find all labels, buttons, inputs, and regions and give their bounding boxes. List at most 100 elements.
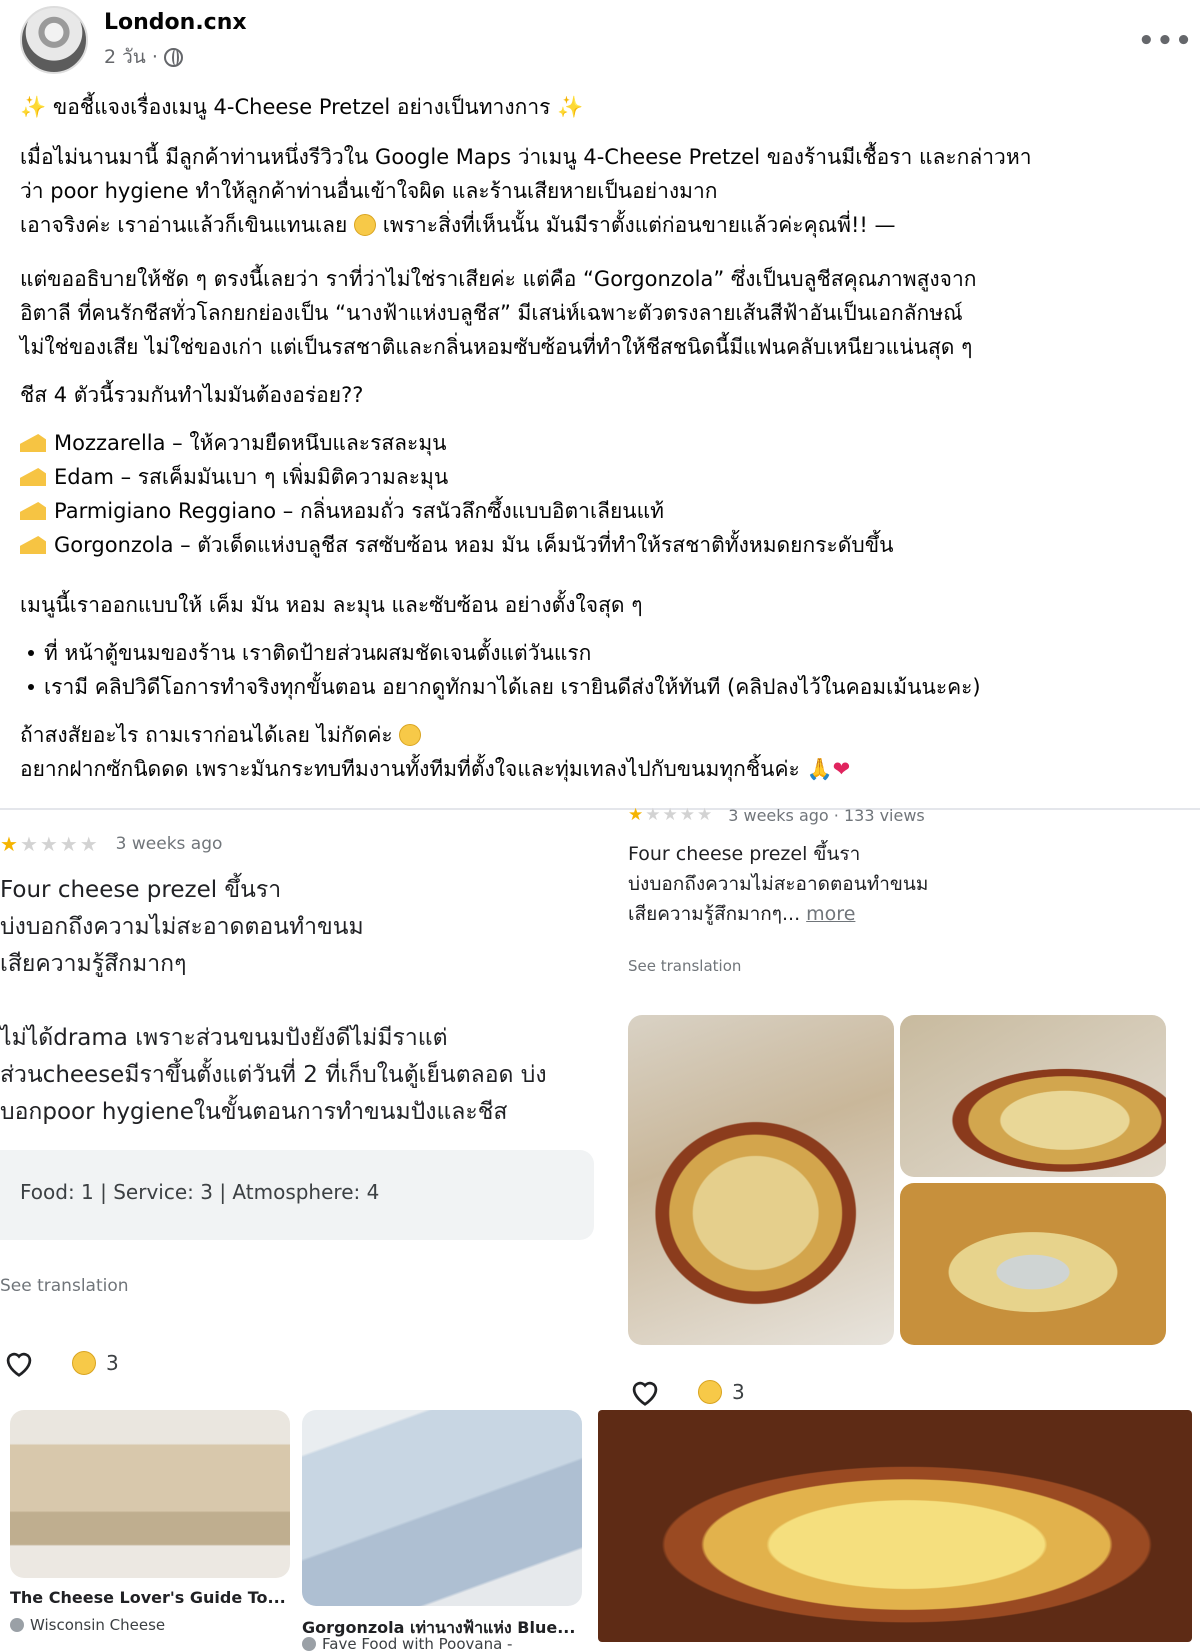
result-source: Fave Food with Poovana - [302, 1636, 512, 1652]
review-photo[interactable] [900, 1015, 1166, 1177]
text-line: ว่า poor hygiene ทำให้ลูกค้าท่านอื่นเข้า… [20, 179, 718, 203]
star-rating: ★★★★★ [0, 832, 100, 856]
text-span: ถ้าสงสัยอะไร ถามเราก่อนได้เลย ไม่กัดค่ะ [20, 723, 393, 747]
cheese-icon [20, 536, 46, 554]
review-text: Four cheese prezel ขึ้นรา บ่งบอกถึงความไ… [0, 872, 547, 1131]
more-link[interactable]: more [806, 903, 855, 925]
like-heart-icon[interactable] [2, 1348, 36, 1378]
review-card-right: ★★★★★ 3 weeks ago · 133 views Four chees… [600, 805, 1200, 1407]
more-options-icon[interactable]: ••• [1138, 26, 1194, 56]
closing: ถ้าสงสัยอะไร ถามเราก่อนได้เลย ไม่กัดค่ะ … [20, 718, 1180, 786]
post-time[interactable]: 2 วัน · [104, 42, 158, 72]
post-title: ขอชี้แจงเรื่องเมนู 4-Cheese Pretzel อย่า… [52, 95, 551, 119]
review-line: Four cheese prezel ขึ้นรา [0, 877, 282, 903]
text-line: อิตาลี ที่คนรักชีสทั่วโลกยกย่องเป็น “นาง… [20, 301, 963, 325]
globe-icon [163, 47, 183, 67]
pray-emoji-icon: 🙏 [806, 757, 833, 781]
rating-breakdown: Food: 1 | Service: 3 | Atmosphere: 4 [0, 1150, 594, 1240]
review-line: ไม่ได้drama เพราะส่วนขนมปังยังดีไม่มีราแ… [0, 1025, 448, 1051]
post-title-line: ✨ ขอชี้แจงเรื่องเมนู 4-Cheese Pretzel อย… [20, 90, 1180, 124]
text-span: เพราะสิ่งที่เห็นนั้น มันมีราตั้งแต่ก่อนข… [382, 213, 896, 237]
list-item-text: Mozzarella – ให้ความยืดหนึบและรสละมุน [54, 431, 447, 455]
paragraph-1: เมื่อไม่นานมานี้ มีลูกค้าท่านหนึ่งรีวิวใ… [20, 140, 1180, 242]
text-line: อยากฝากซักนิดดด เพราะมันกระทบทีมงานทั้งท… [20, 752, 1180, 786]
review-line: บ่งบอกถึงความไม่สะอาดตอนทำขนม [0, 914, 364, 940]
review-rating-row: ★★★★★ 3 weeks ago · 133 views [628, 805, 925, 825]
list-item: Edam – รสเค็มมันเบา ๆ เพิ่มมิติความละมุน [20, 460, 1180, 494]
review-photo[interactable] [900, 1183, 1166, 1345]
cheese-icon [20, 502, 46, 520]
text-span: อยากฝากซักนิดดด เพราะมันกระทบทีมงานทั้งท… [20, 757, 800, 781]
list-item-text: Gorgonzola – ตัวเด็ดแห่งบลูชีส รสซับซ้อน… [54, 533, 894, 557]
smile-emoji-icon [399, 724, 422, 746]
review-time: 3 weeks ago · 133 views [728, 805, 925, 825]
post-meta: 2 วัน · [104, 42, 183, 72]
list-item: ที่ หน้าตู้ขนมของร้าน เราติดป้ายส่วนผสมช… [20, 636, 1180, 670]
paragraph-2: แต่ขออธิบายให้ชัด ๆ ตรงนี้เลยว่า ราที่ว่… [20, 262, 1180, 364]
review-line [0, 983, 547, 1020]
cheese-icon [20, 434, 46, 452]
text-line: เอาจริงค่ะ เราอ่านแล้วก็เขินแทนเลย เพราะ… [20, 208, 1180, 242]
question-line: ชีส 4 ตัวนี้รวมกันทำไมมันต้องอร่อย?? [20, 383, 364, 407]
bullet-list: ที่ หน้าตู้ขนมของร้าน เราติดป้ายส่วนผสมช… [20, 636, 1180, 704]
list-item-text: ที่ หน้าตู้ขนมของร้าน เราติดป้ายส่วนผสมช… [44, 641, 592, 665]
see-translation-link[interactable]: See translation [0, 1276, 129, 1296]
review-line: Four cheese prezel ขึ้นรา [628, 843, 861, 865]
list-item: Parmigiano Reggiano – กลิ่นหอมถั่ว รสนัว… [20, 494, 1180, 528]
result-source: Wisconsin Cheese [10, 1616, 165, 1634]
cheese-icon [20, 468, 46, 486]
reaction-emoji-icon [698, 1380, 722, 1404]
like-heart-icon[interactable] [628, 1377, 662, 1407]
source-icon [10, 1618, 24, 1632]
result-title[interactable]: The Cheese Lover's Guide To... [10, 1588, 286, 1607]
review-line: บอกpoor hygieneในขั้นตอนการทำขนมปังและชี… [0, 1099, 508, 1125]
heart-emoji-icon: ❤ [832, 757, 851, 781]
cheese-list: Mozzarella – ให้ความยืดหนึบและรสละมุน Ed… [20, 426, 1180, 562]
pretzel-photo[interactable] [598, 1410, 1192, 1642]
post-header: London.cnx 2 วัน · ••• [20, 6, 1192, 74]
list-item: Mozzarella – ให้ความยืดหนึบและรสละมุน [20, 426, 1180, 460]
review-card-left: ★★★★★ 3 weeks ago Four cheese prezel ขึ้… [0, 812, 598, 1412]
text-line: ไม่ใช่ของเสีย ไม่ใช่ของเก่า แต่เป็นรสชาต… [20, 335, 973, 359]
reaction-row: 3 [628, 1377, 745, 1407]
list-item: เรามี คลิปวิดีโอการทำจริงทุกขั้นตอน อยาก… [20, 670, 1180, 704]
see-translation-link[interactable]: See translation [628, 957, 741, 975]
reaction-count: 3 [732, 1380, 745, 1404]
review-text: Four cheese prezel ขึ้นรา บ่งบอกถึงความไ… [628, 839, 928, 929]
text-line: เมื่อไม่นานมานี้ มีลูกค้าท่านหนึ่งรีวิวใ… [20, 145, 1032, 169]
sparkles-icon: ✨ [557, 95, 584, 119]
review-rating-row: ★★★★★ 3 weeks ago [0, 832, 222, 856]
design-line: เมนูนี้เราออกแบบให้ เค็ม มัน หอม ละมุน แ… [20, 593, 643, 617]
text-span: เอาจริงค่ะ เราอ่านแล้วก็เขินแทนเลย [20, 213, 348, 237]
text-line: แต่ขออธิบายให้ชัด ๆ ตรงนี้เลยว่า ราที่ว่… [20, 267, 977, 291]
source-icon [302, 1637, 316, 1651]
avatar[interactable] [20, 6, 88, 74]
cheese-image[interactable] [10, 1410, 290, 1578]
grinning-emoji-icon [354, 214, 377, 236]
review-line: บ่งบอกถึงความไม่สะอาดตอนทำขนม [628, 873, 929, 895]
result-source-name: Wisconsin Cheese [30, 1616, 166, 1634]
review-line: ส่วนcheeseมีราขึ้นตั้งแต่วันที่ 2 ที่เก็… [0, 1062, 547, 1088]
cheese-image[interactable] [302, 1410, 582, 1606]
search-result-card[interactable]: The Cheese Lover's Guide To... Wisconsin… [10, 1410, 290, 1642]
reaction-row: 3 [2, 1348, 119, 1378]
review-time: 3 weeks ago [115, 834, 223, 854]
bullet-icon [28, 684, 34, 690]
sparkles-icon: ✨ [20, 95, 47, 119]
review-line: เสียความรู้สึกมากๆ... more [628, 899, 928, 929]
reaction-emoji-icon [72, 1351, 96, 1375]
list-item-text: Edam – รสเค็มมันเบา ๆ เพิ่มมิติความละมุน [54, 465, 449, 489]
review-line-text: เสียความรู้สึกมากๆ... [628, 903, 801, 925]
result-source-name: Fave Food with Poovana - [322, 1636, 513, 1652]
review-photo[interactable] [628, 1015, 894, 1345]
text-line: ถ้าสงสัยอะไร ถามเราก่อนได้เลย ไม่กัดค่ะ [20, 718, 1180, 752]
star-rating: ★★★★★ [628, 805, 715, 825]
bullet-icon [28, 650, 34, 656]
reaction-count: 3 [106, 1351, 119, 1375]
review-line: เสียความรู้สึกมากๆ [0, 951, 187, 977]
list-item-text: Parmigiano Reggiano – กลิ่นหอมถั่ว รสนัว… [54, 499, 665, 523]
search-result-card[interactable]: Gorgonzola เท่านางฟ้าแห่ง Blue... Fave F… [302, 1410, 582, 1652]
author-name[interactable]: London.cnx [104, 10, 247, 35]
list-item: Gorgonzola – ตัวเด็ดแห่งบลูชีส รสซับซ้อน… [20, 528, 1180, 562]
list-item-text: เรามี คลิปวิดีโอการทำจริงทุกขั้นตอน อยาก… [44, 675, 981, 699]
